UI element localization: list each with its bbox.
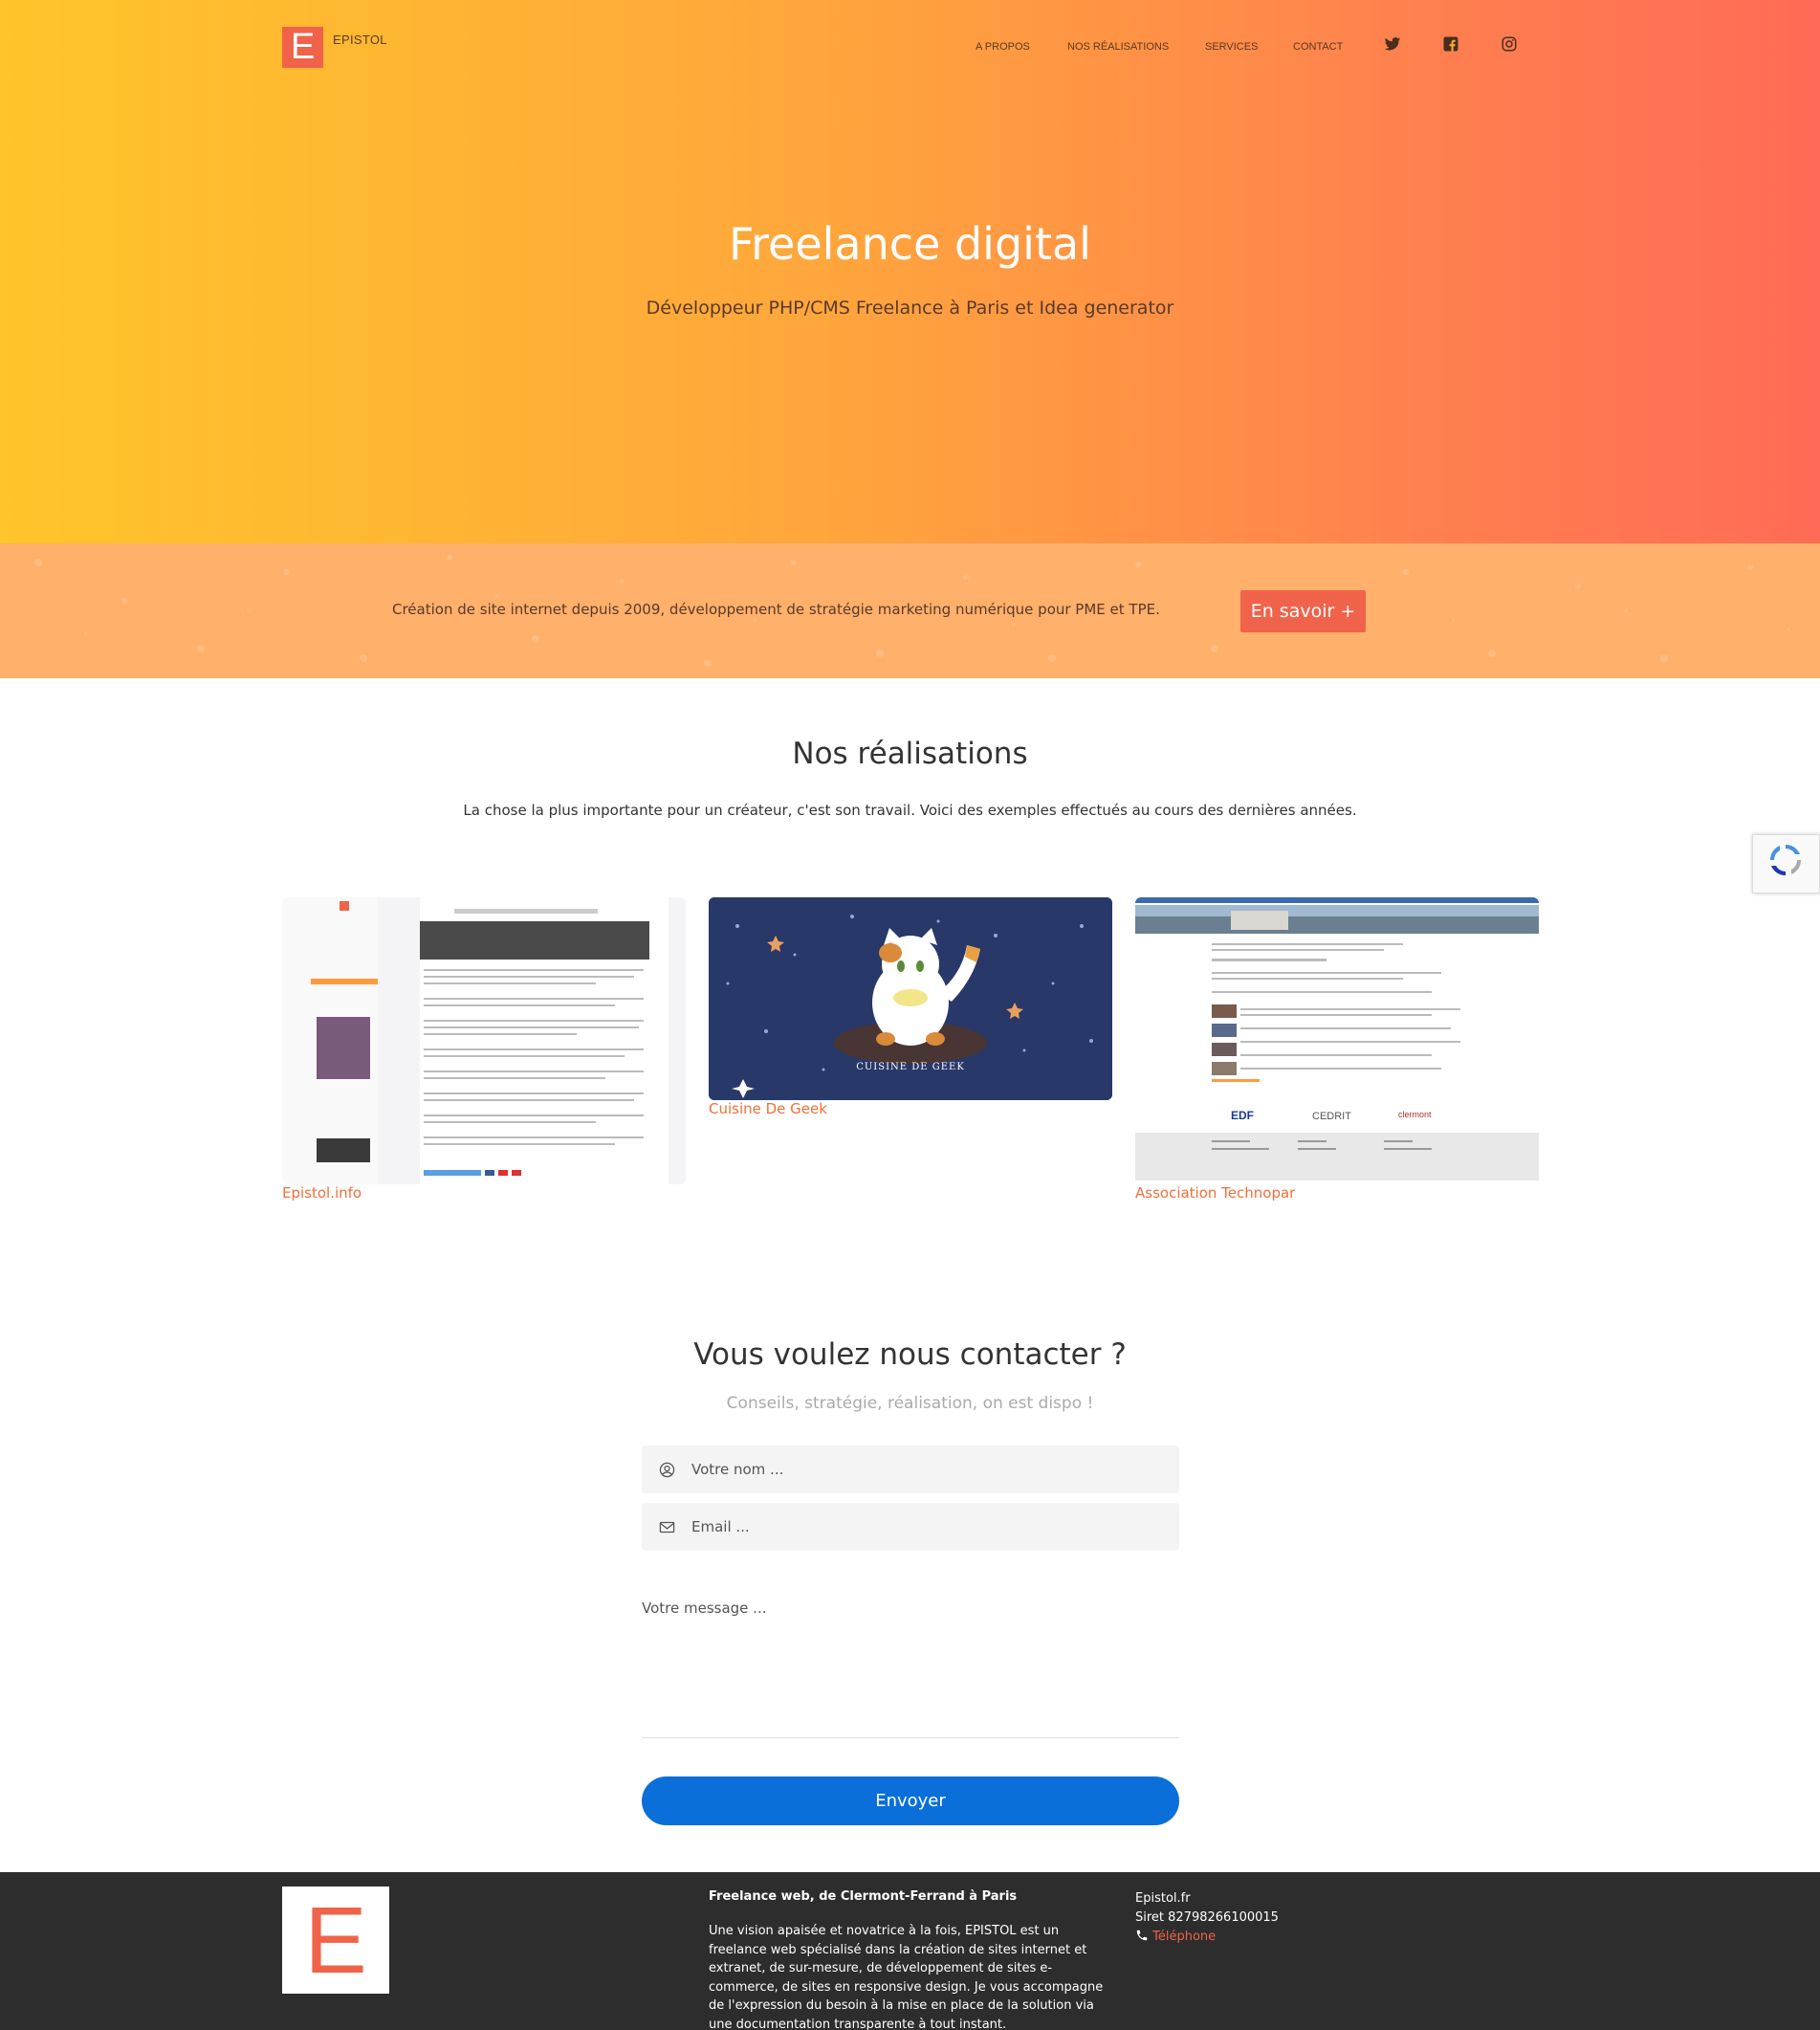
name-field[interactable] bbox=[642, 1445, 1179, 1493]
phone-icon bbox=[1136, 1930, 1148, 1941]
name-input[interactable] bbox=[691, 1445, 1170, 1493]
intro-band: Création de site internet depuis 2009, d… bbox=[0, 543, 1820, 678]
footer-phone[interactable]: Téléphone bbox=[1135, 1928, 1279, 1947]
project-caption-technopar[interactable]: Association Technopar bbox=[1135, 1184, 1295, 1202]
footer-site[interactable]: Epistol.fr bbox=[1135, 1889, 1279, 1909]
footer-description: Une vision apaisée et novatrice à la foi… bbox=[709, 1924, 1104, 2030]
realisations-subtitle: La chose la plus importante pour un créa… bbox=[463, 802, 1357, 819]
user-icon bbox=[659, 1462, 675, 1478]
email-input[interactable] bbox=[691, 1503, 1170, 1551]
project-caption-epistol[interactable]: Epistol.info bbox=[282, 1184, 362, 1202]
project-thumbnail-epistol[interactable] bbox=[282, 897, 686, 1184]
footer-info: Epistol.fr Siret 82798266100015 Téléphon… bbox=[1135, 1889, 1279, 1947]
send-button[interactable]: Envoyer bbox=[642, 1776, 1179, 1825]
svg-text:clermont: clermont bbox=[1398, 1110, 1432, 1119]
nav-realisations[interactable]: NOS RÉALISATIONS bbox=[1067, 41, 1169, 53]
svg-text:CEDRIT: CEDRIT bbox=[1312, 1111, 1351, 1122]
project-thumbnail-technopar[interactable]: EDF CEDRIT clermont bbox=[1135, 897, 1539, 1184]
facebook-icon[interactable] bbox=[1442, 35, 1459, 53]
hero-subtitle: Développeur PHP/CMS Freelance à Paris et… bbox=[646, 298, 1174, 319]
intro-text: Création de site internet depuis 2009, d… bbox=[392, 601, 1160, 618]
svg-text:EDF: EDF bbox=[1231, 1109, 1254, 1122]
main-nav: A PROPOS NOS RÉALISATIONS SERVICES CONTA… bbox=[0, 36, 1820, 60]
footer-logo-letter: E bbox=[304, 1887, 367, 1993]
nav-apropos[interactable]: A PROPOS bbox=[976, 41, 1030, 53]
project-thumbnail-cuisine[interactable]: CUISINE DE GEEK bbox=[709, 897, 1112, 1100]
recaptcha-icon bbox=[1769, 844, 1802, 876]
nav-services[interactable]: SERVICES bbox=[1205, 41, 1258, 53]
email-field[interactable] bbox=[642, 1503, 1179, 1551]
envelope-icon bbox=[659, 1521, 675, 1534]
realisations-title: Nos réalisations bbox=[792, 737, 1028, 771]
message-input[interactable] bbox=[642, 1600, 1179, 1738]
contact-subtitle: Conseils, stratégie, réalisation, on est… bbox=[726, 1394, 1094, 1413]
contact-title: Vous voulez nous contacter ? bbox=[693, 1337, 1127, 1372]
hero-section: E EPISTOL A PROPOS NOS RÉALISATIONS SERV… bbox=[0, 0, 1820, 543]
cuisine-image-title: CUISINE DE GEEK bbox=[856, 1062, 965, 1072]
nav-contact[interactable]: CONTACT bbox=[1293, 41, 1343, 53]
twitter-icon[interactable] bbox=[1384, 35, 1401, 53]
footer-siret: Siret 82798266100015 bbox=[1135, 1910, 1279, 1925]
instagram-icon[interactable] bbox=[1501, 35, 1518, 53]
project-caption-cuisine[interactable]: Cuisine De Geek bbox=[709, 1100, 827, 1117]
footer-title: Freelance web, de Clermont-Ferrand à Par… bbox=[709, 1889, 1018, 1904]
phone-link[interactable]: Téléphone bbox=[1152, 1930, 1216, 1944]
footer: E Freelance web, de Clermont-Ferrand à P… bbox=[0, 1872, 1820, 2030]
hero-title: Freelance digital bbox=[729, 218, 1091, 270]
learn-more-button[interactable]: En savoir + bbox=[1240, 590, 1366, 632]
recaptcha-badge[interactable] bbox=[1752, 834, 1820, 894]
footer-logo[interactable]: E bbox=[282, 1887, 389, 1994]
